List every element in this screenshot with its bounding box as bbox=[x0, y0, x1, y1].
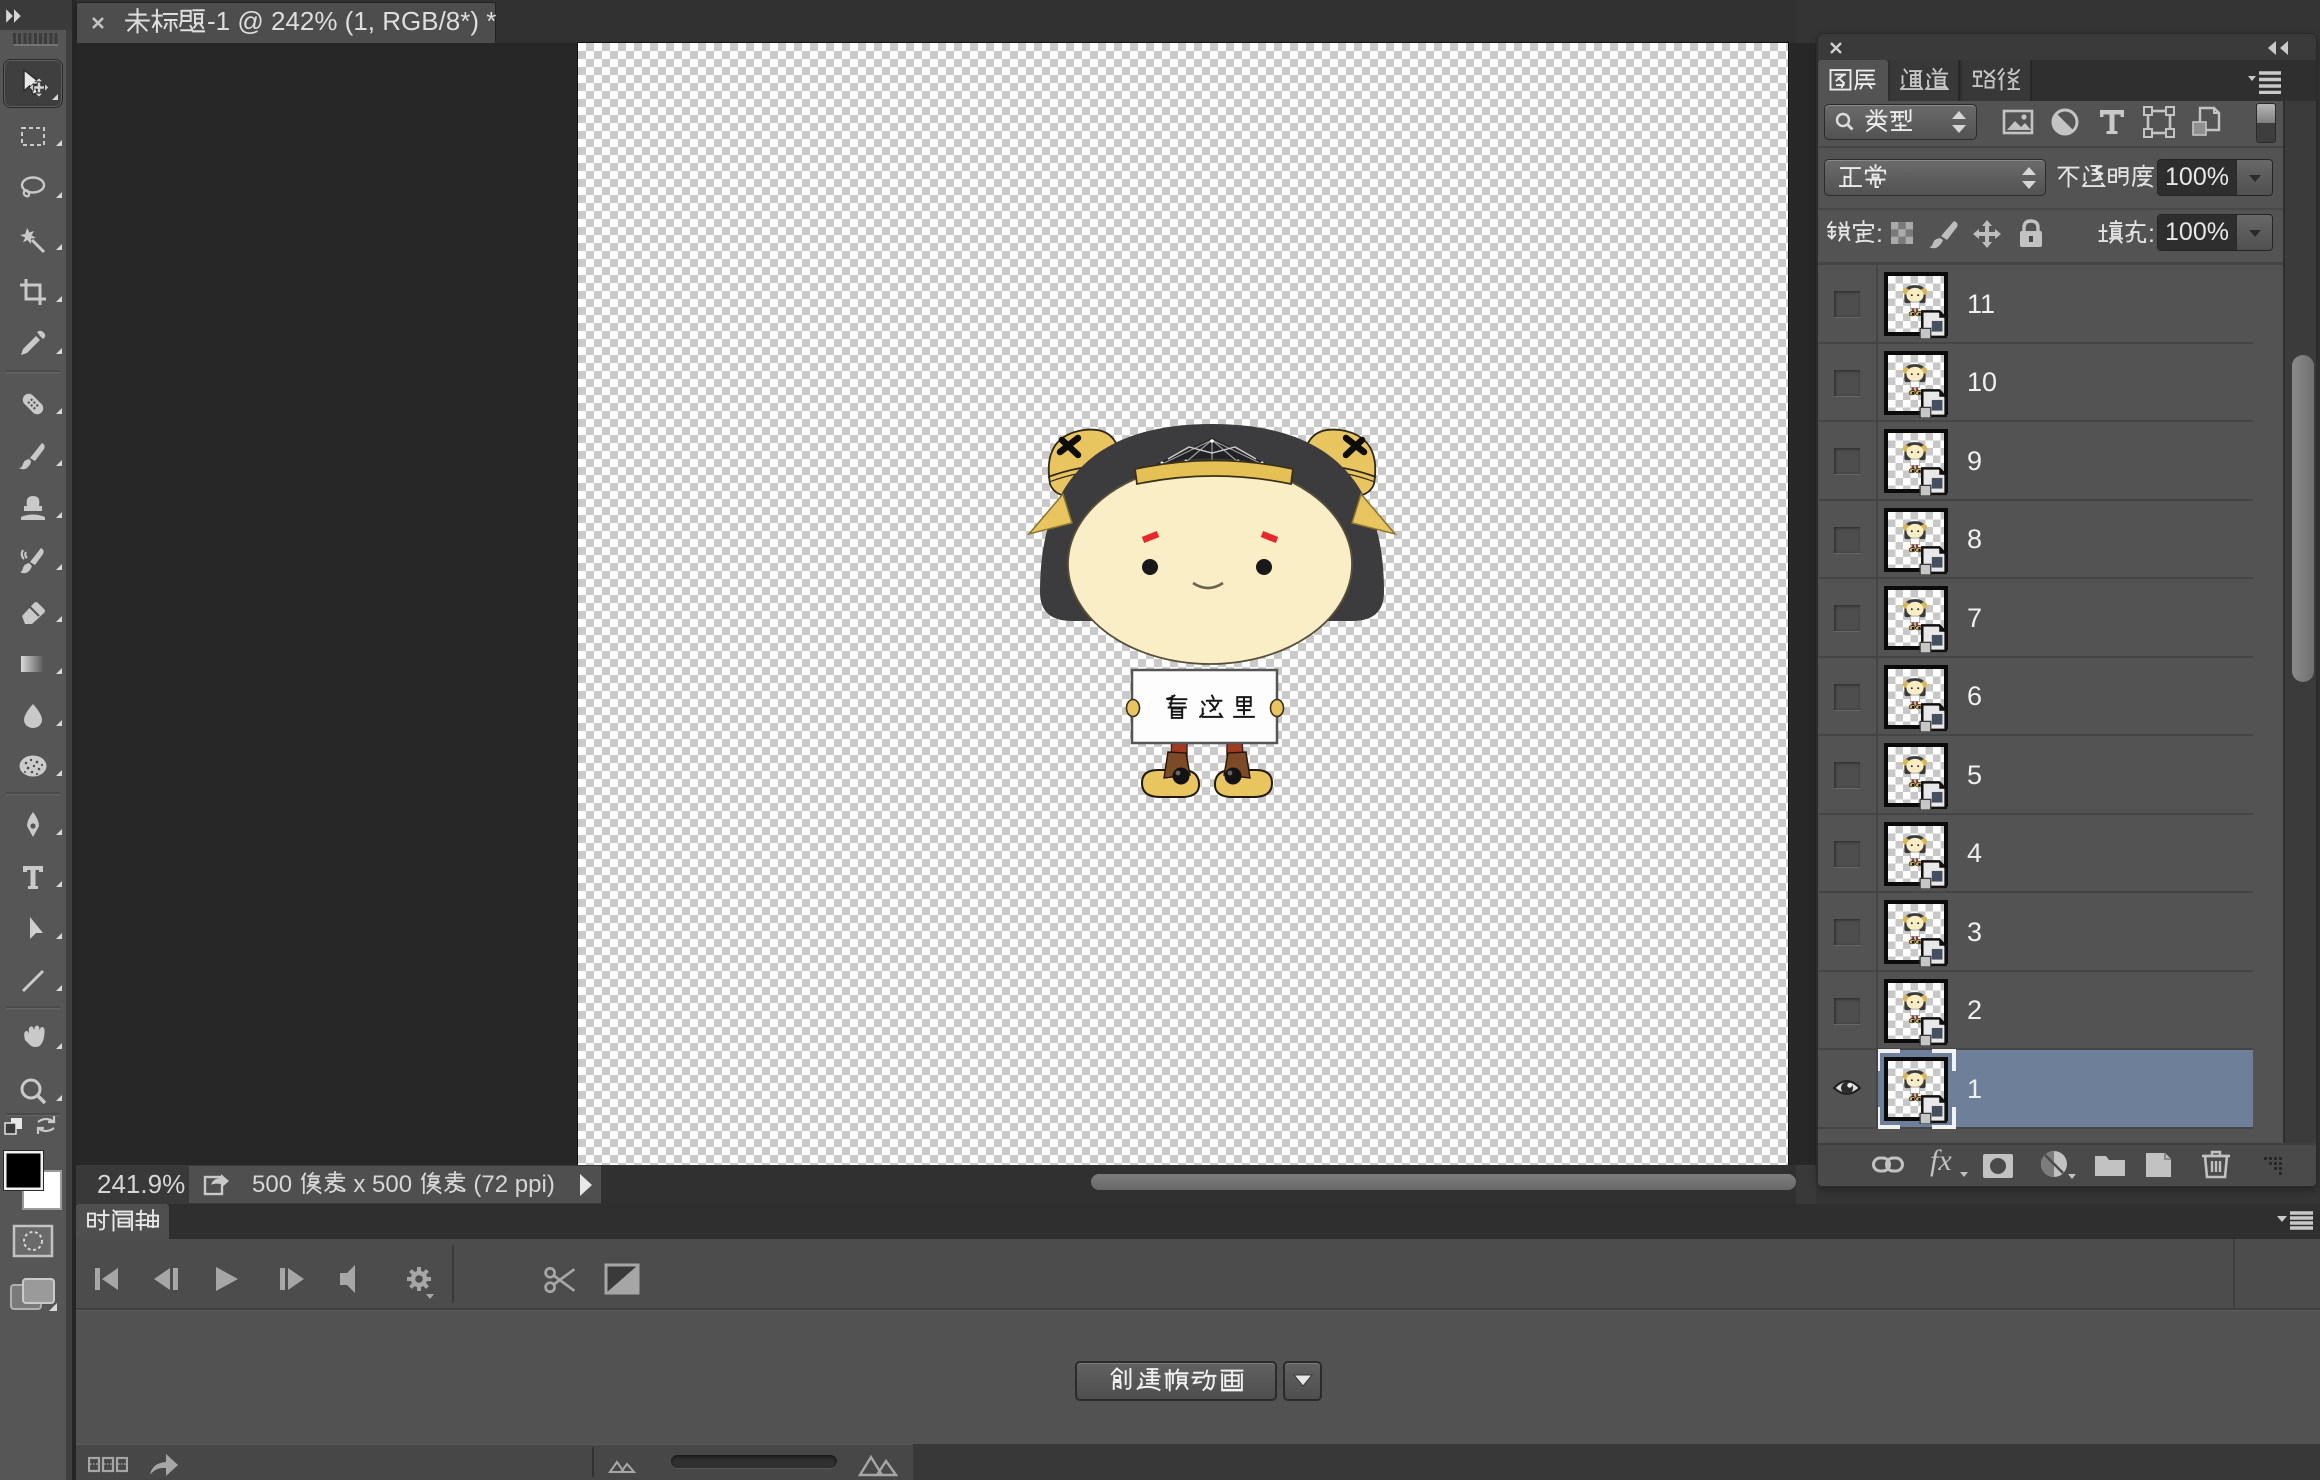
svg-text:fx: fx bbox=[1930, 1146, 1952, 1177]
